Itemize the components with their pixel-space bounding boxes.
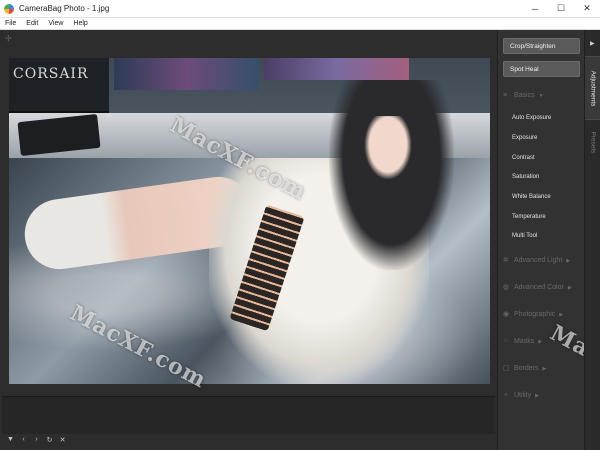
section-advanced-light[interactable]: ✲ Advanced Light ▶: [503, 257, 570, 264]
section-advanced-color-label: Advanced Color: [514, 284, 564, 291]
section-advanced-color[interactable]: ◍ Advanced Color ▶: [503, 284, 572, 291]
section-basics-label: Basics: [514, 92, 535, 99]
chevron-down-icon: ▼: [538, 92, 544, 99]
section-utility[interactable]: ✧ Utility ▶: [503, 392, 539, 399]
pin-icon[interactable]: ✢: [5, 34, 12, 43]
photo-face: [364, 116, 412, 180]
maximize-button[interactable]: ☐: [548, 0, 574, 18]
photo-monitor-right: [264, 58, 409, 80]
remove-icon[interactable]: ✕: [58, 436, 67, 444]
basics-icon: ≡: [503, 92, 508, 99]
section-photographic-label: Photographic: [514, 311, 556, 318]
tab-presets[interactable]: Presets: [585, 122, 600, 162]
chevron-right-icon: ▶: [535, 392, 539, 399]
menu-bar: File Edit View Help: [0, 18, 600, 30]
close-button[interactable]: ✕: [574, 0, 600, 18]
section-masks-label: Masks: [514, 338, 535, 345]
section-masks[interactable]: ⁘ Masks ▶: [503, 338, 542, 345]
photo-monitor-brand: CORSAIR: [13, 66, 89, 82]
photo-preview[interactable]: CORSAIR: [9, 58, 490, 384]
tab-adjustments[interactable]: Adjustments: [585, 56, 600, 120]
section-utility-label: Utility: [514, 392, 532, 399]
adjust-white-balance[interactable]: White Balance: [512, 194, 551, 200]
editing-canvas: ✢ CORSAIR ▼ ‹ › ↻ ✕ MacXF.com MacXF.com: [0, 30, 497, 450]
menu-help[interactable]: Help: [68, 20, 92, 27]
crop-straighten-button[interactable]: Crop/Straighten: [503, 38, 580, 54]
chevron-right-icon: ▶: [538, 338, 543, 345]
chevron-right-icon: ▶: [542, 365, 547, 372]
adjust-contrast[interactable]: Contrast: [512, 155, 535, 161]
chevron-right-icon: ▶: [567, 284, 572, 291]
minimize-button[interactable]: ─: [522, 0, 548, 18]
menu-view[interactable]: View: [43, 20, 68, 27]
photo-monitor-center: [114, 58, 259, 90]
section-basics[interactable]: ≡ Basics ▼: [503, 92, 544, 99]
section-advanced-light-label: Advanced Light: [514, 257, 563, 264]
window-title: CameraBag Photo - 1.jpg: [19, 4, 110, 13]
side-tabs: ▶ Adjustments Presets: [584, 30, 600, 450]
mask-icon: ⁘: [503, 338, 509, 345]
section-borders-label: Borders: [514, 365, 539, 372]
adjust-multi-tool[interactable]: Multi Tool: [512, 233, 537, 239]
window-controls: ─ ☐ ✕: [522, 0, 600, 18]
palette-icon: ◍: [503, 284, 510, 291]
collapse-icon[interactable]: ▼: [6, 436, 15, 444]
canvas-top-bar: ✢: [0, 30, 497, 50]
next-icon[interactable]: ›: [32, 436, 41, 444]
sun-icon: ✲: [503, 257, 509, 264]
adjustments-panel: Crop/Straighten Spot Heal ≡ Basics ▼ Aut…: [497, 30, 600, 450]
chevron-right-icon: ▶: [559, 311, 564, 318]
section-borders[interactable]: ▢ Borders ▶: [503, 365, 546, 372]
chevron-right-icon: ▶: [566, 257, 571, 264]
adjust-auto-exposure[interactable]: Auto Exposure: [512, 115, 551, 121]
filmstrip[interactable]: [2, 396, 495, 434]
adjust-saturation[interactable]: Saturation: [512, 174, 539, 180]
aperture-icon: ◉: [503, 311, 510, 318]
expand-panel-icon[interactable]: ▶: [590, 40, 595, 47]
section-photographic[interactable]: ◉ Photographic ▶: [503, 311, 563, 318]
adjust-temperature[interactable]: Temperature: [512, 214, 546, 220]
border-icon: ▢: [503, 365, 510, 372]
app-window: CameraBag Photo - 1.jpg ─ ☐ ✕ File Edit …: [0, 0, 600, 450]
menu-edit[interactable]: Edit: [21, 20, 43, 27]
previous-icon[interactable]: ‹: [19, 436, 28, 444]
title-bar: CameraBag Photo - 1.jpg ─ ☐ ✕: [0, 0, 600, 18]
tab-presets-label: Presets: [589, 130, 597, 154]
utility-icon: ✧: [503, 392, 509, 399]
tab-adjustments-label: Adjustments: [589, 70, 597, 106]
menu-file[interactable]: File: [0, 20, 21, 27]
rotate-icon[interactable]: ↻: [45, 436, 54, 444]
spot-heal-button[interactable]: Spot Heal: [503, 61, 580, 77]
photo-monitor-left: CORSAIR: [9, 58, 109, 113]
adjust-exposure[interactable]: Exposure: [512, 135, 537, 141]
camerabag-logo-icon: [4, 3, 14, 14]
canvas-bottom-controls: ▼ ‹ › ↻ ✕: [6, 436, 67, 444]
